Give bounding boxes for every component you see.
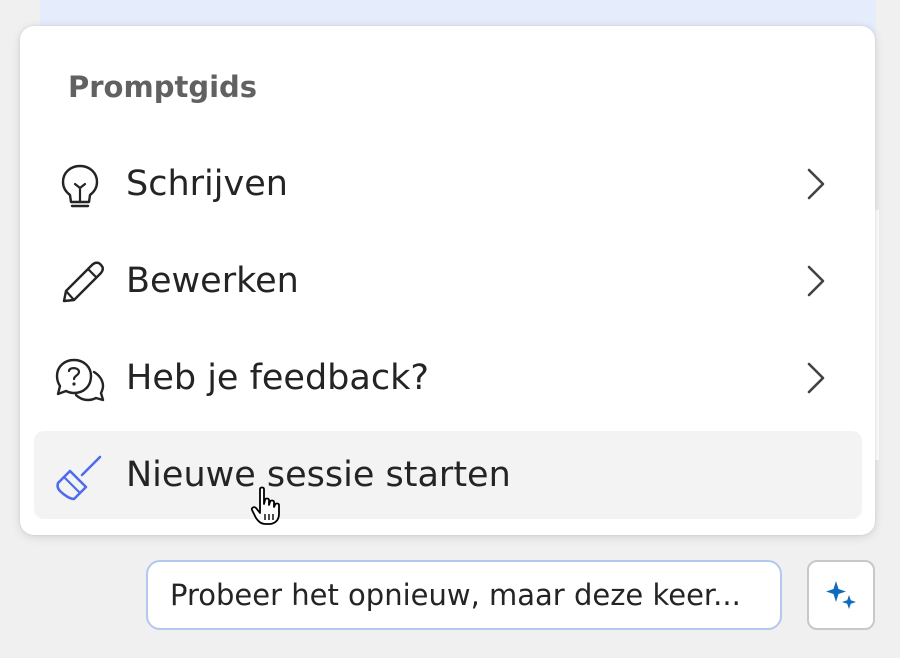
lightbulb-icon (61, 164, 99, 208)
feedback-chat-icon (55, 358, 105, 402)
pencil-icon (62, 261, 104, 303)
chevron-right-icon (807, 168, 825, 200)
broom-icon (56, 455, 102, 501)
chevron-right-icon (807, 265, 825, 297)
suggestion-chip[interactable]: Probeer het opnieuw, maar deze keer... (146, 560, 782, 630)
menu-item-label: Bewerken (126, 261, 299, 301)
menu-item-new-session[interactable]: Nieuwe sessie starten (34, 431, 862, 519)
menu-item-feedback[interactable]: Heb je feedback? (34, 334, 862, 422)
chevron-right-icon (807, 362, 825, 394)
menu-header: Promptgids (68, 70, 258, 104)
menu-item-schrijven[interactable]: Schrijven (34, 140, 862, 228)
menu-item-bewerken[interactable]: Bewerken (34, 237, 862, 325)
copilot-sparkle-button[interactable] (807, 560, 875, 630)
menu-item-label: Nieuwe sessie starten (126, 455, 511, 495)
menu-item-label: Heb je feedback? (126, 358, 429, 398)
sparkle-icon (826, 581, 856, 609)
hand-pointer-cursor-icon (250, 486, 280, 525)
prompt-guide-menu: Promptgids Schrijven Bewerken Heb je fee… (20, 26, 875, 535)
menu-item-label: Schrijven (126, 164, 288, 204)
